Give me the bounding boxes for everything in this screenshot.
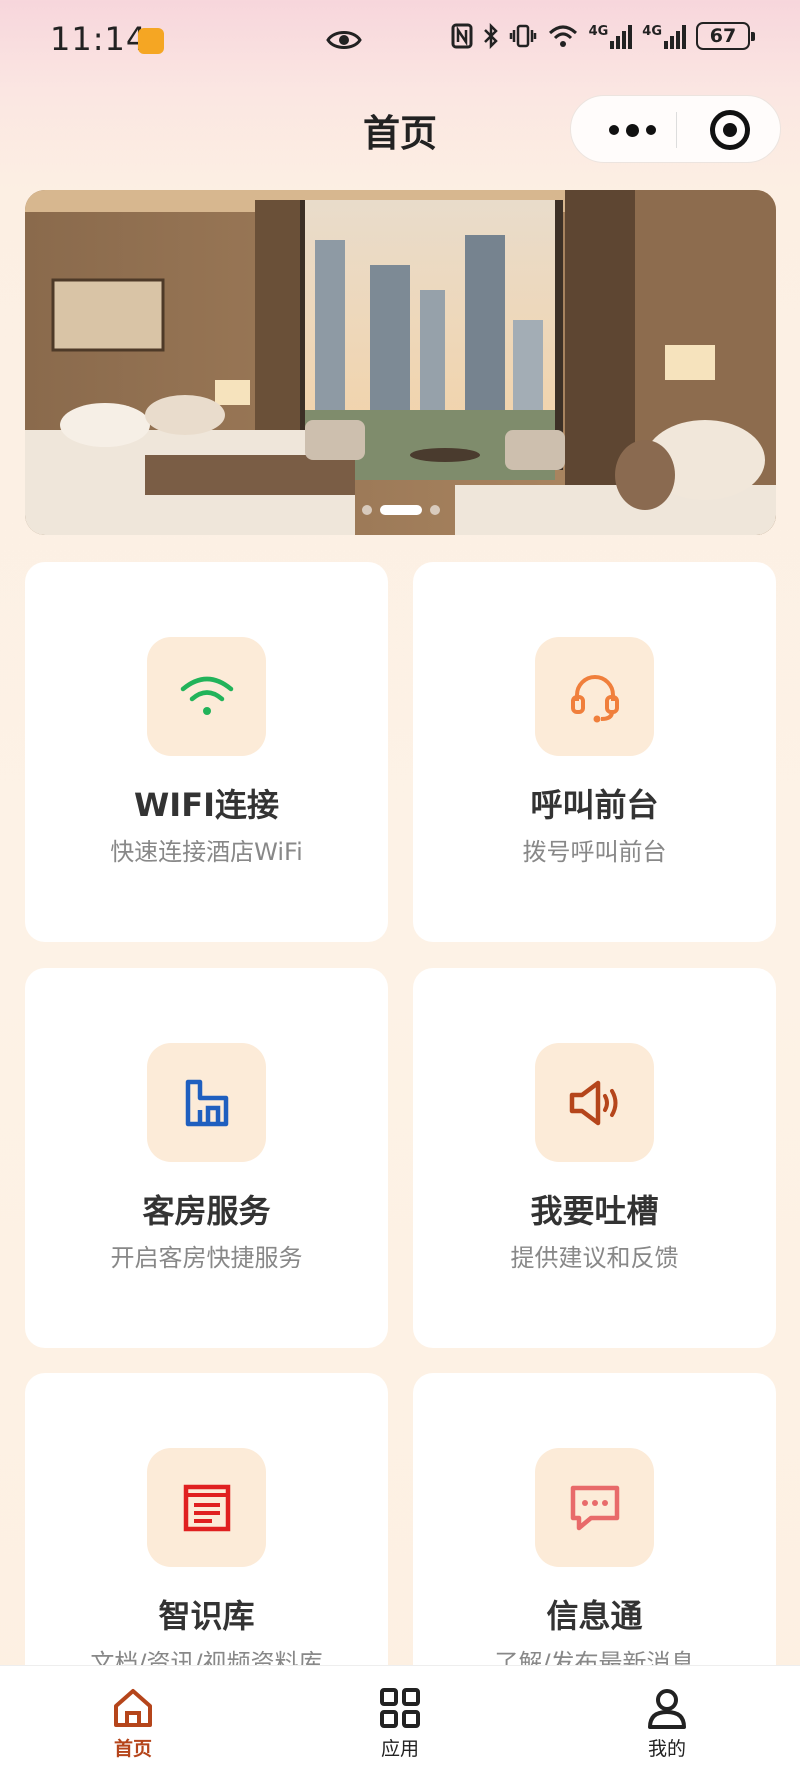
tab-label: 首页: [113, 1738, 152, 1760]
speaker-icon-box: [535, 1043, 654, 1162]
miniprogram-capsule: [570, 95, 781, 163]
service-card-wifi[interactable]: WIFI连接 快速连接酒店WiFi: [25, 562, 388, 942]
status-bar: 11:14 4G 4G 67: [0, 0, 800, 80]
close-miniprogram-button[interactable]: [710, 110, 750, 150]
bottom-tab-bar: 首页 应用 我的: [0, 1665, 800, 1780]
service-title: WIFI连接: [134, 786, 279, 824]
service-title: 智识库: [158, 1597, 255, 1635]
wifi-status-icon: [548, 25, 577, 47]
headset-icon-box: [535, 637, 654, 756]
tab-profile[interactable]: 我的: [607, 1666, 727, 1780]
wifi-icon: [180, 676, 233, 715]
signal-bars-icon: [610, 24, 633, 49]
service-title: 呼叫前台: [530, 786, 659, 824]
status-indicators: 4G 4G 67: [451, 22, 755, 50]
service-subtitle: 拨号呼叫前台: [522, 838, 667, 866]
service-card-front-desk[interactable]: 呼叫前台 拨号呼叫前台: [413, 562, 776, 942]
signal-2: 4G: [642, 24, 686, 49]
nfc-icon: [451, 23, 473, 49]
carousel-dot[interactable]: [361, 505, 372, 515]
tab-apps[interactable]: 应用: [340, 1666, 460, 1780]
building-icon-box: [147, 1043, 266, 1162]
hotel-room-image: [25, 190, 776, 535]
service-card-feedback[interactable]: 我要吐槽 提供建议和反馈: [413, 968, 776, 1348]
headset-icon: [570, 674, 619, 722]
service-title: 我要吐槽: [530, 1192, 659, 1230]
vibrate-icon: [509, 24, 536, 48]
battery-indicator: 67: [696, 22, 755, 50]
service-card-room-service[interactable]: 客房服务 开启客房快捷服务: [25, 968, 388, 1348]
banner-carousel[interactable]: [25, 190, 776, 535]
more-dot: [625, 123, 639, 137]
eye-icon: [326, 31, 362, 49]
signal-2-label: 4G: [642, 23, 662, 39]
capsule-divider: [676, 112, 677, 148]
document-icon: [183, 1484, 230, 1531]
carousel-dot-active[interactable]: [379, 505, 422, 515]
signal-bars-icon: [664, 24, 686, 49]
carousel-indicator: [25, 505, 776, 515]
notification-app-icon: [138, 28, 164, 54]
home-icon: [114, 1689, 152, 1727]
chat-bubble-icon: [570, 1485, 619, 1530]
service-title: 客房服务: [142, 1192, 271, 1230]
service-subtitle: 快速连接酒店WiFi: [110, 838, 303, 866]
tab-home[interactable]: 首页: [73, 1666, 193, 1780]
bluetooth-icon: [483, 23, 498, 49]
building-icon: [185, 1079, 228, 1126]
service-subtitle: 开启客房快捷服务: [110, 1244, 303, 1272]
more-dot: [645, 125, 656, 135]
signal-1: 4G: [589, 24, 633, 49]
apps-grid-icon: [380, 1688, 420, 1728]
user-icon: [648, 1689, 686, 1729]
wifi-icon-box: [147, 637, 266, 756]
tab-label: 我的: [647, 1738, 686, 1760]
carousel-dot[interactable]: [429, 505, 440, 515]
tab-label: 应用: [380, 1738, 419, 1760]
speaker-icon: [569, 1080, 617, 1125]
status-time: 11:14: [50, 20, 148, 58]
service-subtitle: 提供建议和反馈: [510, 1244, 679, 1272]
more-dot: [608, 125, 619, 135]
chat-bubble-icon-box: [535, 1448, 654, 1567]
more-menu-button[interactable]: [599, 96, 665, 164]
document-icon-box: [147, 1448, 266, 1567]
service-title: 信息通: [546, 1597, 643, 1635]
signal-1-label: 4G: [588, 23, 609, 39]
